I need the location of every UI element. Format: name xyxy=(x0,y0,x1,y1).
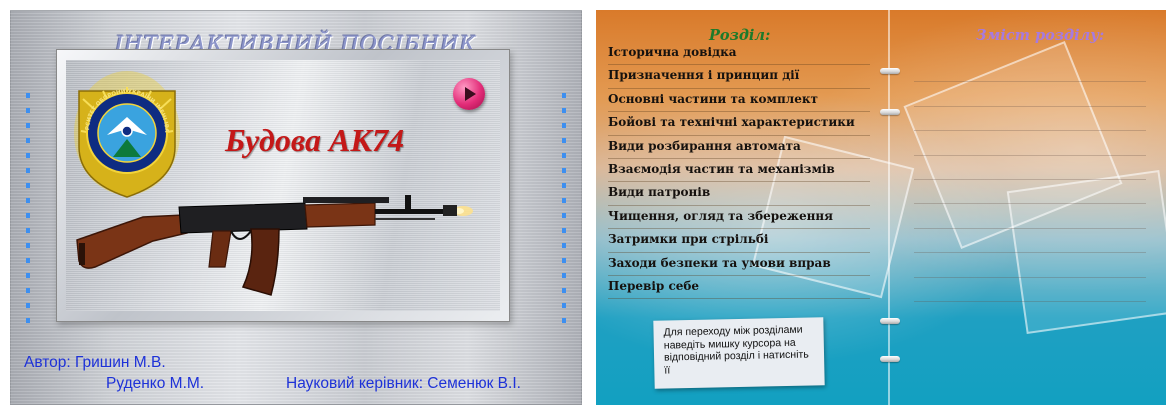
menu-item-label: Бойові та технічні характеристики xyxy=(608,115,855,130)
contents-line xyxy=(914,180,1146,205)
contents-line xyxy=(914,156,1146,180)
contents-line xyxy=(914,58,1146,83)
contents-slide: Розділ: Зміст розділу: Історична довідка… xyxy=(596,10,1166,405)
contents-line xyxy=(914,107,1146,132)
menu-item-main-parts[interactable]: Основні частини та комплект xyxy=(608,91,870,114)
menu-item-cartridges[interactable]: Види патронів xyxy=(608,184,870,207)
author-label: Автор: Гришин М.В. xyxy=(24,354,166,371)
contents-line xyxy=(914,204,1146,229)
binder-ring xyxy=(880,356,900,362)
binder-ring xyxy=(880,109,900,115)
play-icon xyxy=(465,87,476,101)
menu-item-interaction[interactable]: Взаємодія частин та механізмів xyxy=(608,161,870,184)
menu-item-label: Перевір себе xyxy=(608,278,700,293)
menu-item-purpose[interactable]: Призначення і принцип дії xyxy=(608,67,870,90)
product-title: Будова АК74 xyxy=(225,122,405,158)
sections-heading: Розділ: xyxy=(709,27,771,44)
binder-ring xyxy=(880,318,900,324)
binder-ring xyxy=(880,68,900,74)
menu-item-label: Види патронів xyxy=(608,185,711,200)
menu-item-label: Історична довідка xyxy=(608,45,737,59)
author-name-2: Руденко М.М. xyxy=(106,375,205,392)
menu-item-safety[interactable]: Заходи безпеки та умови вправ xyxy=(608,255,870,278)
left-dot-border xyxy=(26,93,30,331)
menu-item-label: Заходи безпеки та умови вправ xyxy=(608,255,831,270)
contents-line xyxy=(914,278,1146,302)
menu-item-label: Чищення, огляд та збереження xyxy=(608,208,834,223)
sections-menu: Історична довідка Призначення і принцип … xyxy=(608,44,870,301)
menu-item-label: Види розбирання автомата xyxy=(608,138,801,153)
rifle-image xyxy=(76,195,473,296)
contents-line xyxy=(914,131,1146,156)
menu-item-cleaning[interactable]: Чищення, огляд та збереження xyxy=(608,208,870,231)
contents-line xyxy=(914,229,1146,254)
right-dot-border xyxy=(562,93,566,331)
contents-line xyxy=(914,253,1146,278)
menu-item-label: Призначення і принцип дії xyxy=(608,68,800,83)
menu-item-stoppages[interactable]: Затримки при стрільбі xyxy=(608,231,870,254)
supervisor-label: Науковий керівник: Семенюк В.І. xyxy=(286,375,521,392)
contents-lines xyxy=(914,58,1146,302)
hint-text: Для переходу між розділами наведіть мишк… xyxy=(663,323,809,377)
menu-item-history[interactable]: Історична довідка xyxy=(608,44,870,67)
university-emblem-logo: НАЦІОНАЛЬНИЙ УНІВЕРСИТЕТ ОБОРОНИ УКРАЇНИ… xyxy=(73,69,180,198)
menu-item-label: Основні частини та комплект xyxy=(608,91,818,106)
menu-item-disassembly[interactable]: Види розбирання автомата xyxy=(608,138,870,161)
menu-item-label: Взаємодія частин та механізмів xyxy=(608,161,835,176)
menu-item-self-test[interactable]: Перевір себе xyxy=(608,278,870,301)
contents-heading: Зміст розділу: xyxy=(976,27,1105,44)
contents-line xyxy=(914,82,1146,107)
menu-item-characteristics[interactable]: Бойові та технічні характеристики xyxy=(608,114,870,137)
menu-item-label: Затримки при стрільбі xyxy=(608,232,769,247)
hint-note: Для переходу між розділами наведіть мишк… xyxy=(653,317,825,389)
play-button[interactable] xyxy=(453,78,485,110)
